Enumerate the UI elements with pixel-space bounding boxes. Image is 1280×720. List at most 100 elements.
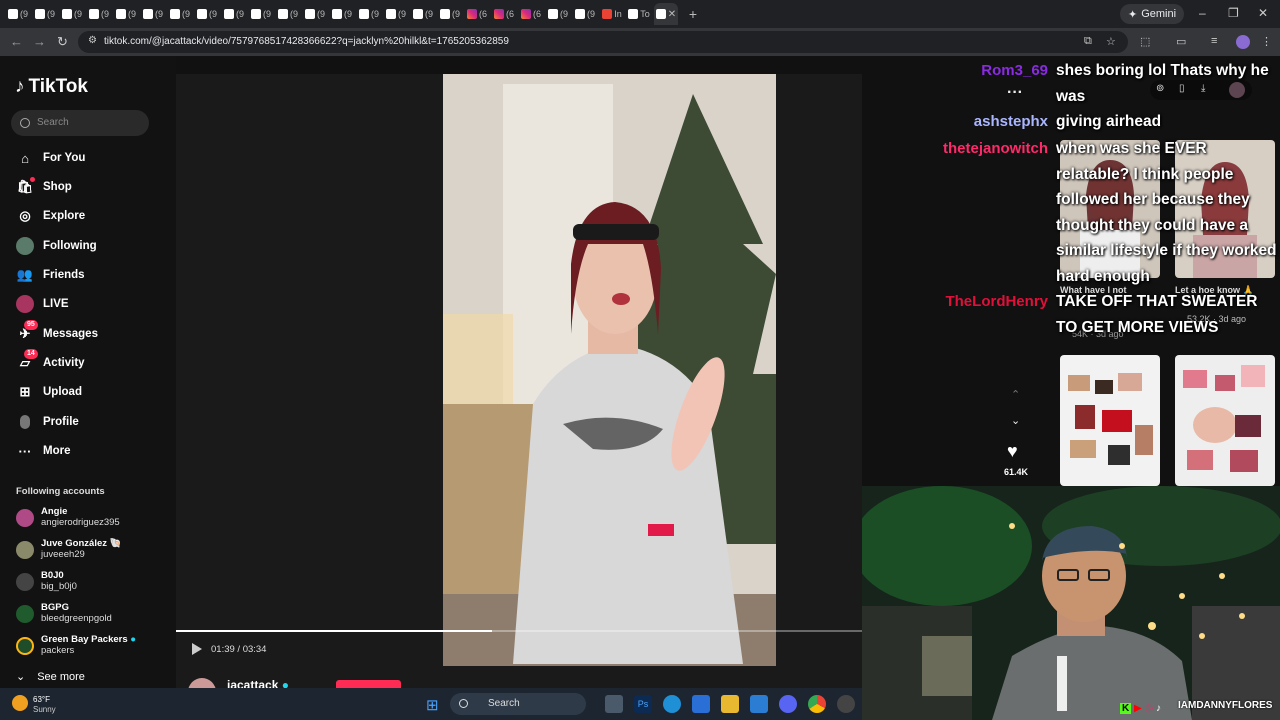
tiktok-favicon-icon — [34, 9, 45, 19]
search-icon — [20, 118, 30, 128]
compass-icon: ◎ — [19, 208, 31, 223]
nav-friends[interactable]: 👥 Friends — [16, 263, 166, 287]
nav-more[interactable]: ··· More — [16, 439, 166, 463]
reload-icon[interactable]: ↻ — [57, 34, 68, 50]
chrome-icon[interactable] — [808, 695, 826, 713]
taskbar-search[interactable]: Search — [450, 693, 586, 715]
browser-tab[interactable]: (9 — [87, 3, 111, 25]
browser-tab[interactable]: (9 — [33, 3, 57, 25]
browser-tab[interactable]: (9 — [249, 3, 273, 25]
heart-icon[interactable]: ♥ — [1007, 441, 1018, 462]
edge-icon[interactable] — [663, 695, 681, 713]
browser-menu-icon[interactable]: ⋮ — [1261, 35, 1274, 48]
browser-tab[interactable]: (6 — [519, 3, 543, 25]
kick-icon: K — [1120, 703, 1132, 714]
store-icon[interactable] — [692, 695, 710, 713]
weather-temp[interactable]: 63°F — [33, 695, 50, 704]
instagram-favicon-icon — [466, 9, 477, 19]
browser-tab[interactable]: (6 — [465, 3, 489, 25]
tiktok-favicon-icon — [61, 9, 72, 19]
nav-live[interactable]: LIVE — [16, 292, 166, 316]
windows-start-icon[interactable]: ⊞ — [426, 696, 439, 714]
account-item[interactable]: BGPG bleedgreenpgold — [16, 602, 166, 628]
account-item[interactable]: Juve González 🐚 juveeeh29 — [16, 538, 166, 564]
browser-tab[interactable]: (9 — [141, 3, 165, 25]
next-video-icon[interactable]: ⌄ — [1011, 414, 1020, 427]
forward-icon[interactable]: → — [33, 34, 46, 49]
streamer-handle: IAMDANNYFLORES — [1178, 700, 1273, 711]
search-input[interactable]: Search — [11, 110, 149, 136]
see-more-link[interactable]: ⌄ See more — [16, 670, 85, 683]
nav-shop[interactable]: 🛍 Shop — [16, 175, 166, 199]
browser-tab[interactable]: (9 — [384, 3, 408, 25]
back-icon[interactable]: ← — [10, 34, 23, 49]
search-icon — [459, 699, 468, 708]
nav-following[interactable]: Following — [16, 234, 166, 258]
nav-upload[interactable]: ⊞ Upload — [16, 380, 166, 404]
nav-for-you[interactable]: ⌂ For You — [16, 146, 166, 170]
app-icon[interactable] — [837, 695, 855, 713]
browser-tab[interactable]: (9 — [438, 3, 462, 25]
account-item[interactable]: B0J0 big_b0j0 — [16, 570, 166, 596]
browser-tab[interactable]: (9 — [330, 3, 354, 25]
browser-tab[interactable]: To — [627, 3, 651, 25]
profile-avatar-icon[interactable] — [1236, 35, 1250, 49]
browser-tab[interactable]: (6 — [492, 3, 516, 25]
author-name[interactable]: jacattack ● — [227, 678, 289, 688]
browser-tab[interactable]: (9 — [195, 3, 219, 25]
chevron-down-icon: ⌄ — [16, 671, 26, 683]
tiktok-logo[interactable]: ♪ TikTok — [15, 76, 88, 98]
file-explorer-icon[interactable] — [721, 695, 739, 713]
browser-tab-strip: (9 (9 (9 (9 (9 (9 (9 (9 (9 (9 (9 (9 (9 (… — [0, 0, 1280, 28]
account-item[interactable]: Green Bay Packers ● packers — [16, 634, 166, 660]
discord-icon[interactable] — [779, 695, 797, 713]
restore-icon[interactable]: ❐ — [1228, 6, 1239, 20]
browser-tab[interactable]: In — [600, 3, 624, 25]
browser-tab[interactable]: (9 — [6, 3, 30, 25]
see-more-label: See more — [37, 671, 85, 683]
browser-tab[interactable]: (9 — [60, 3, 84, 25]
site-info-icon[interactable]: ⚙ — [88, 35, 101, 48]
nav-explore[interactable]: ◎ Explore — [16, 204, 166, 228]
close-tab-icon[interactable]: ✕ — [668, 9, 676, 20]
video-frame[interactable] — [443, 74, 776, 666]
nav-activity[interactable]: ▱ 14 Activity — [16, 349, 166, 375]
media-icon[interactable]: ≡ — [1211, 35, 1224, 48]
browser-tab-active[interactable]: ✕ — [654, 3, 678, 25]
browser-tab[interactable]: (9 — [303, 3, 327, 25]
install-app-icon[interactable]: ⧉ — [1084, 35, 1097, 48]
browser-tab[interactable]: (9 — [168, 3, 192, 25]
browser-tab[interactable]: (9 — [411, 3, 435, 25]
more-options-icon[interactable]: ··· — [1007, 84, 1023, 102]
seek-bar[interactable] — [176, 630, 862, 632]
account-item[interactable]: Angie angierodriguez395 — [16, 506, 166, 532]
task-view-icon[interactable] — [605, 695, 623, 713]
nav-profile[interactable]: Profile — [16, 410, 166, 434]
author-avatar[interactable] — [188, 678, 216, 688]
url-field[interactable]: tiktok.com/@jacattack/video/757976851742… — [78, 31, 1128, 53]
account-handle: juveeeh29 — [41, 549, 85, 560]
extensions-icon[interactable]: ⬚ — [1140, 35, 1153, 48]
new-tab-icon[interactable]: + — [681, 3, 705, 25]
nav-messages[interactable]: ✈ 95 Messages — [16, 320, 166, 346]
browser-tab[interactable]: (9 — [276, 3, 300, 25]
browser-tab[interactable]: (9 — [222, 3, 246, 25]
follow-button[interactable] — [336, 680, 401, 688]
browser-tab[interactable]: (9 — [357, 3, 381, 25]
bookmark-star-icon[interactable]: ☆ — [1106, 35, 1119, 48]
weather-description: Sunny — [33, 705, 56, 714]
browser-tab[interactable]: (9 — [546, 3, 570, 25]
tiktok-favicon-icon — [412, 9, 423, 19]
browser-tab[interactable]: (9 — [573, 3, 597, 25]
play-icon[interactable] — [192, 643, 202, 655]
minimize-icon[interactable]: – — [1199, 6, 1206, 20]
related-video-thumb[interactable] — [1060, 355, 1160, 486]
close-window-icon[interactable]: ✕ — [1258, 6, 1268, 20]
sidepanel-icon[interactable]: ▭ — [1176, 35, 1189, 48]
photoshop-icon[interactable]: Ps — [634, 695, 652, 713]
browser-tab[interactable]: (9 — [114, 3, 138, 25]
related-video-thumb[interactable] — [1175, 355, 1275, 486]
gemini-button[interactable]: ✦ Gemini — [1120, 4, 1184, 24]
previous-video-icon[interactable]: ⌃ — [1011, 388, 1020, 401]
outlook-icon[interactable] — [750, 695, 768, 713]
